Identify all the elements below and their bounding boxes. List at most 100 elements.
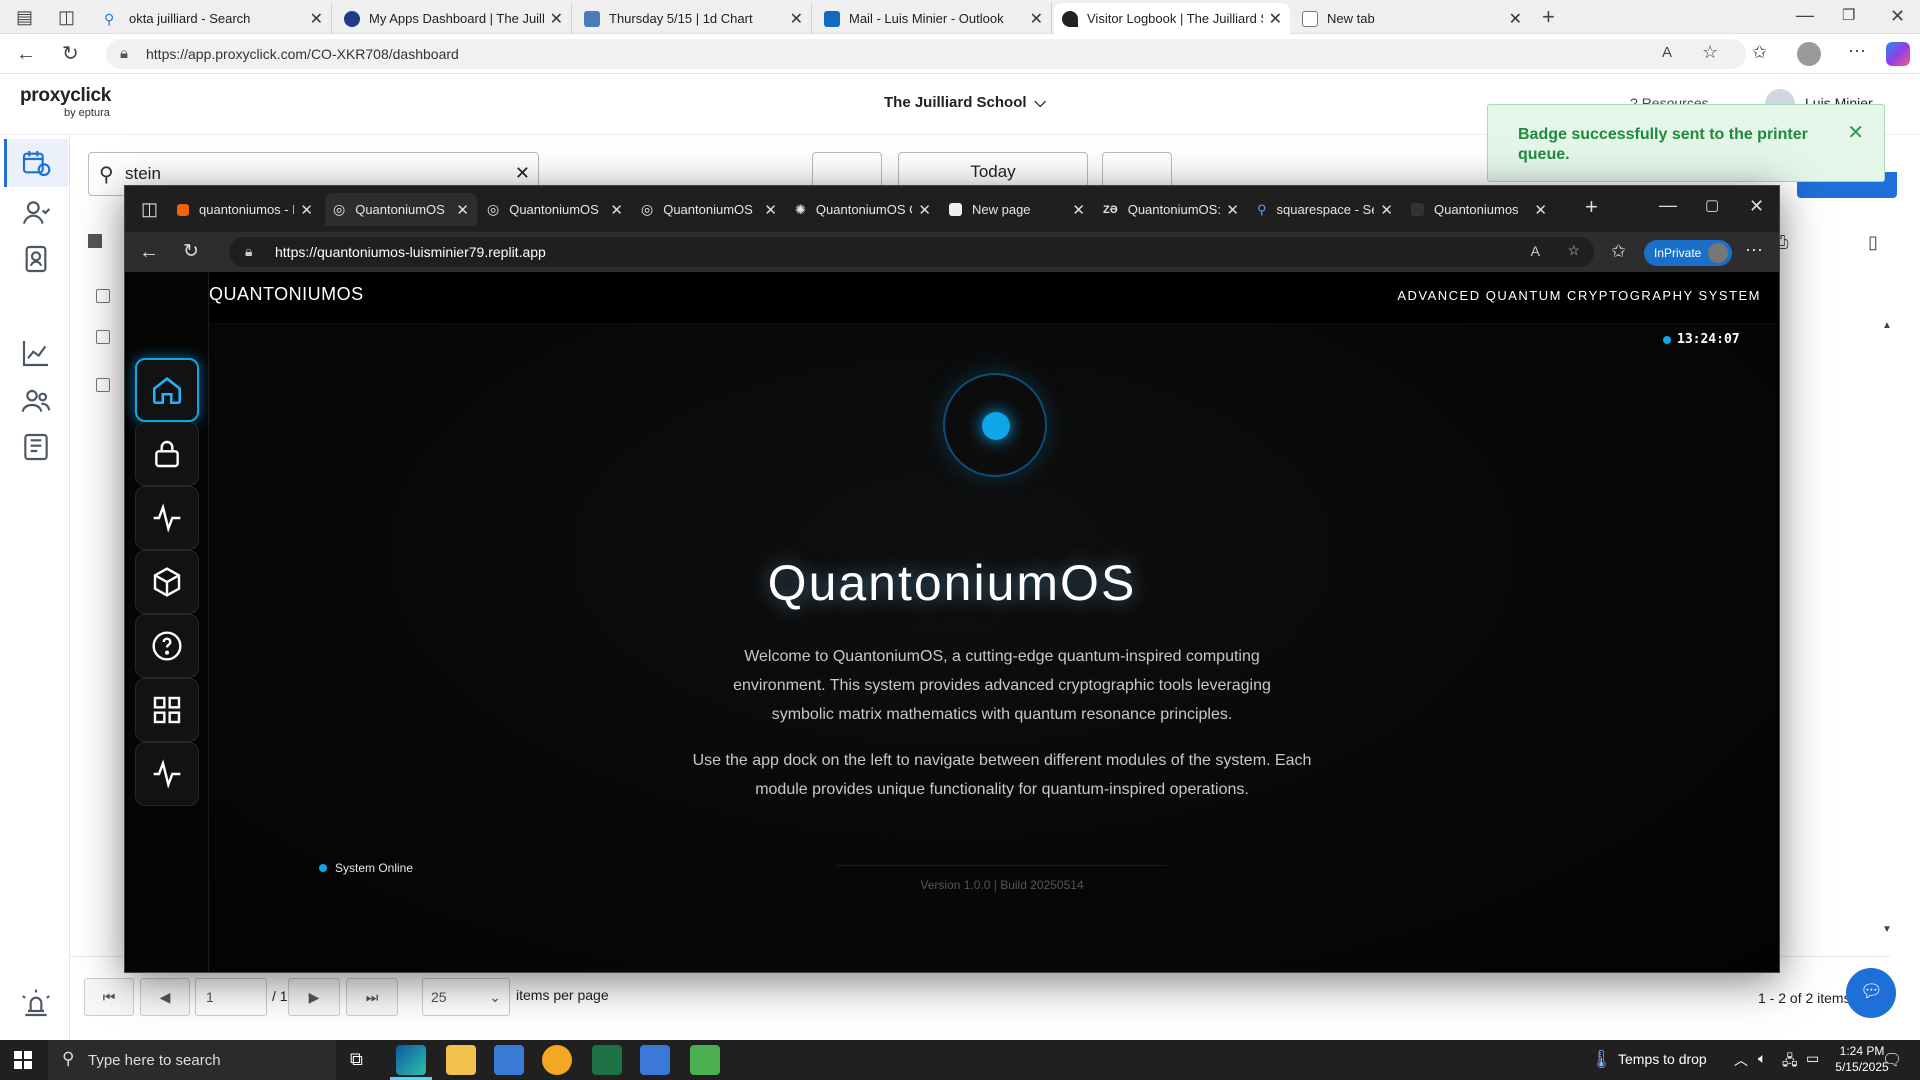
favorite-star-icon[interactable]: ☆	[1567, 242, 1580, 259]
dock-apps-button[interactable]	[135, 678, 199, 742]
inner-tab[interactable]: Quantoniumos ✕	[1403, 193, 1555, 226]
favorites-icon[interactable]: ✩	[1611, 242, 1626, 260]
taskbar-search-box[interactable]: ⚲ Type here to search	[48, 1040, 336, 1080]
minimize-icon[interactable]: —	[1796, 6, 1814, 24]
close-tab-icon[interactable]: ✕	[1226, 201, 1239, 219]
more-menu-icon[interactable]: ⋯	[1848, 42, 1866, 60]
weather-text[interactable]: Temps to drop	[1618, 1051, 1707, 1067]
next-page-button[interactable]: ▶	[288, 978, 340, 1016]
file-explorer-icon[interactable]	[446, 1045, 476, 1075]
read-aloud-icon[interactable]: A	[1662, 45, 1672, 60]
first-page-button[interactable]: ⏮	[84, 978, 134, 1016]
dock-monitor-button[interactable]	[135, 742, 199, 806]
inner-tab[interactable]: ◎ QuantoniumOS ✕	[633, 193, 785, 226]
dock-help-button[interactable]	[135, 614, 199, 678]
inner-tab[interactable]: ZƏ QuantoniumOS: A✕	[1095, 193, 1247, 226]
close-tab-icon[interactable]: ✕	[1534, 201, 1547, 219]
battery-icon[interactable]: ▭	[1806, 1050, 1819, 1067]
back-icon[interactable]: ←	[16, 44, 36, 64]
read-aloud-icon[interactable]: A	[1531, 243, 1540, 259]
select-all-checkbox[interactable]	[88, 234, 102, 248]
inner-tab[interactable]: quantoniumos - R ✕	[169, 193, 321, 226]
close-tab-icon[interactable]: ✕	[310, 9, 323, 29]
outer-tab-new[interactable]: New tab ✕	[1294, 3, 1530, 34]
scroll-down-icon[interactable]: ▼	[1882, 924, 1892, 935]
scroll-up-icon[interactable]: ▲	[1882, 320, 1892, 331]
close-tab-icon[interactable]: ✕	[610, 201, 623, 219]
network-icon[interactable]: 🖧︎	[1782, 1050, 1798, 1074]
close-window-icon[interactable]: ✕	[1890, 7, 1905, 25]
org-selector[interactable]: The Juilliard School ⌵	[884, 94, 1046, 111]
profile-avatar[interactable]	[1797, 42, 1821, 66]
last-page-button[interactable]: ⏭	[346, 978, 398, 1016]
export-icon[interactable]: ▯	[1868, 232, 1878, 253]
app-icon[interactable]	[640, 1045, 670, 1075]
directory-icon[interactable]	[20, 431, 52, 463]
outer-tab-chart[interactable]: Thursday 5/15 | 1d Chart ✕	[576, 3, 812, 34]
site-info-icon[interactable]: 🔒︎	[245, 243, 252, 260]
inner-tab[interactable]: New page ✕	[941, 193, 1093, 226]
maximize-icon[interactable]: ▢	[1705, 198, 1719, 213]
close-window-icon[interactable]: ✕	[1749, 197, 1764, 215]
close-tab-icon[interactable]: ✕	[790, 9, 803, 29]
close-tab-icon[interactable]: ✕	[1072, 201, 1085, 219]
speaker-icon[interactable]: 🔈︎	[1758, 1050, 1766, 1067]
excel-icon[interactable]	[592, 1045, 622, 1075]
tab-actions-icon[interactable]: ◫	[58, 8, 75, 26]
dock-home-button[interactable]	[135, 358, 199, 422]
chevron-up-icon[interactable]: ︿	[1734, 1050, 1748, 1070]
close-tab-icon[interactable]: ✕	[456, 201, 469, 219]
dock-encryption-button[interactable]	[135, 422, 199, 486]
close-tab-icon[interactable]: ✕	[1030, 9, 1043, 29]
windows-start-icon[interactable]	[14, 1051, 32, 1069]
refresh-icon[interactable]: ↻	[183, 242, 199, 261]
new-tab-plus-icon[interactable]: +	[1585, 196, 1598, 218]
row-checkbox[interactable]	[96, 378, 110, 392]
more-menu-icon[interactable]: ⋯	[1745, 241, 1763, 259]
outer-tab-outlook[interactable]: Mail - Luis Minier - Outlook ✕	[816, 3, 1052, 34]
visitor-add-icon[interactable]	[20, 197, 52, 229]
favorite-star-icon[interactable]: ☆	[1702, 43, 1718, 61]
inner-tab-active[interactable]: ◎ QuantoniumOS ✕	[325, 193, 477, 226]
close-tab-icon[interactable]: ✕	[1509, 9, 1522, 29]
favorites-icon[interactable]: ✩	[1752, 43, 1767, 61]
close-tab-icon[interactable]: ✕	[300, 201, 313, 219]
site-info-icon[interactable]: 🔒︎	[120, 45, 128, 62]
new-tab-plus-icon[interactable]: +	[1542, 6, 1555, 28]
inner-tab[interactable]: ◎ QuantoniumOS ✕	[479, 193, 631, 226]
users-icon[interactable]	[20, 385, 52, 417]
dock-analysis-button[interactable]	[135, 486, 199, 550]
app-icon[interactable]	[542, 1045, 572, 1075]
inner-tab[interactable]: ⚲ squarespace - Se ✕	[1249, 193, 1401, 226]
row-checkbox[interactable]	[96, 289, 110, 303]
page-number-input[interactable]: 1	[195, 978, 267, 1016]
close-tab-icon[interactable]: ✕	[764, 201, 777, 219]
restore-icon[interactable]: ❐	[1842, 8, 1855, 23]
store-icon[interactable]	[494, 1045, 524, 1075]
badge-icon[interactable]	[20, 243, 52, 275]
items-per-page-select[interactable]: 25 ⌄	[422, 978, 510, 1016]
tab-actions-icon[interactable]: ◫	[141, 200, 158, 218]
outer-url-field[interactable]: 🔒︎ https://app.proxyclick.com/CO-XKR708/…	[106, 39, 1746, 69]
app-icon[interactable]	[690, 1045, 720, 1075]
close-tab-icon[interactable]: ✕	[1380, 201, 1393, 219]
close-tab-icon[interactable]: ✕	[1269, 9, 1282, 29]
outer-tab-my-apps[interactable]: My Apps Dashboard | The Juilliard ✕	[336, 3, 572, 34]
alarm-icon[interactable]	[20, 987, 52, 1019]
prev-page-button[interactable]: ◀	[140, 978, 190, 1016]
close-tab-icon[interactable]: ✕	[550, 9, 563, 29]
chat-launcher-button[interactable]: 💬︎	[1846, 968, 1896, 1018]
minimize-icon[interactable]: —	[1659, 196, 1677, 214]
back-icon[interactable]: ←	[139, 242, 159, 262]
refresh-icon[interactable]: ↻	[62, 44, 79, 64]
copilot-icon[interactable]	[1886, 42, 1910, 66]
edge-taskbar-icon[interactable]	[396, 1045, 426, 1075]
task-view-icon[interactable]: ⧉	[350, 1049, 363, 1070]
clear-search-icon[interactable]: ✕	[515, 163, 530, 184]
close-tab-icon[interactable]: ✕	[918, 201, 931, 219]
calendar-check-icon[interactable]	[20, 147, 52, 179]
analytics-icon[interactable]	[20, 337, 52, 369]
workspaces-icon[interactable]: ▤	[16, 8, 33, 26]
outer-tab-okta-search[interactable]: ⚲ okta juilliard - Search ✕	[96, 3, 332, 34]
inner-tab[interactable]: ✺ QuantoniumOS C ✕	[787, 193, 939, 226]
